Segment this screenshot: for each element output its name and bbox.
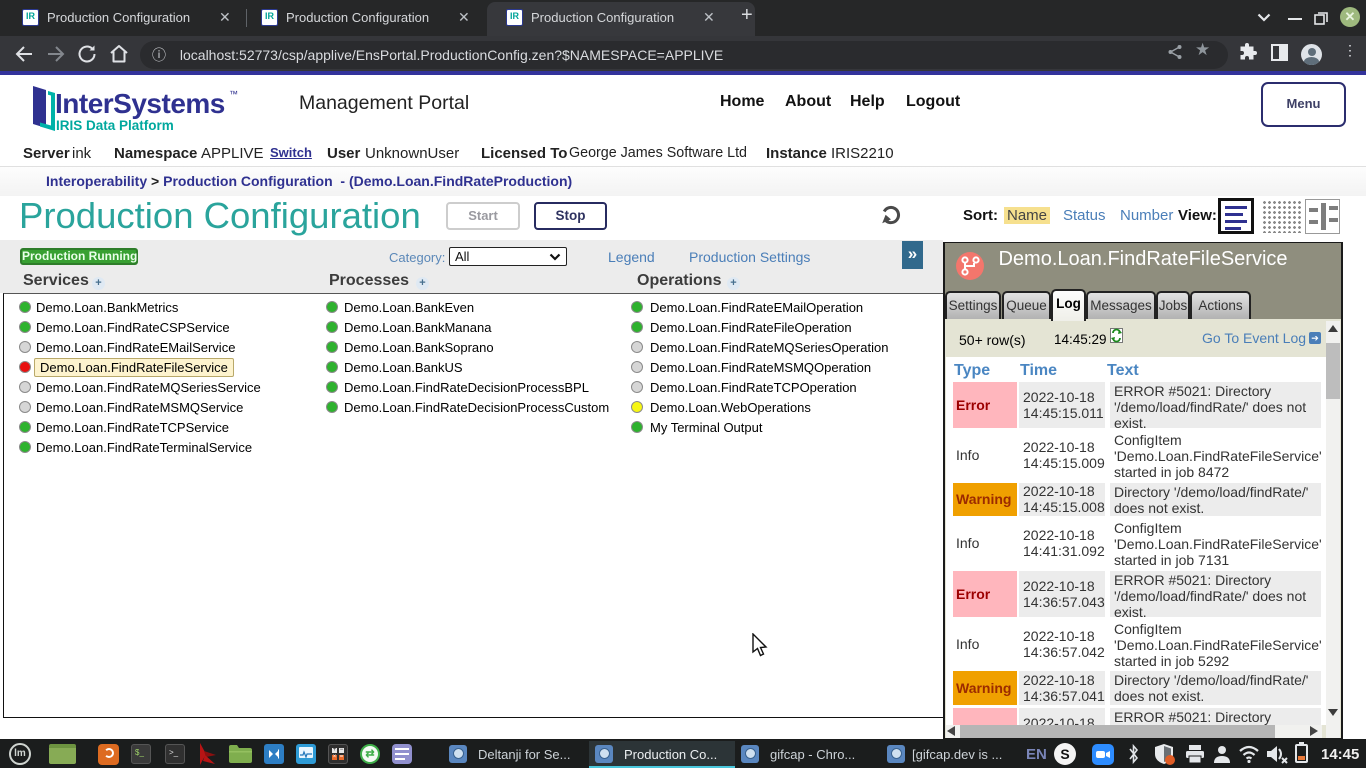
svg-text:InterSystems: InterSystems	[55, 88, 225, 119]
svg-text:IRIS Data Platform: IRIS Data Platform	[56, 118, 174, 133]
svg-text:™: ™	[229, 89, 238, 99]
